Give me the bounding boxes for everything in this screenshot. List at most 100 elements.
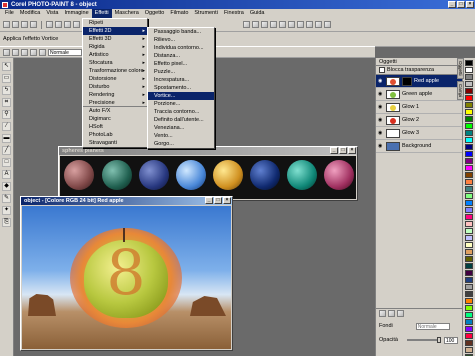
effects_menu-item[interactable]: Effetti 2D ▸: [83, 27, 147, 35]
ruler-button[interactable]: [270, 21, 277, 28]
menu-oggetto[interactable]: Oggetto: [142, 9, 168, 18]
effects2d_menu-item[interactable]: Traccia contorno...: [148, 108, 214, 116]
effects_menu-item[interactable]: Rigida ▸: [83, 43, 147, 51]
effects2d_menu-item[interactable]: Vento...: [148, 132, 214, 140]
color-swatch[interactable]: [465, 312, 473, 318]
info-button[interactable]: [279, 21, 286, 28]
planets-canvas[interactable]: [60, 156, 356, 199]
mask-button[interactable]: [297, 21, 304, 28]
text-tool-icon[interactable]: A: [2, 170, 11, 179]
eye-icon[interactable]: ◉: [378, 91, 384, 97]
color-swatch[interactable]: [465, 88, 473, 94]
docker-tab-oggetti[interactable]: Oggetti: [457, 58, 464, 79]
object-button[interactable]: [306, 21, 313, 28]
menu-immagine[interactable]: Immagine: [62, 9, 92, 18]
layer-row[interactable]: ◉ Green apple: [376, 88, 462, 101]
layer-row[interactable]: ◉ Red apple: [376, 75, 462, 88]
color-swatch[interactable]: [465, 270, 473, 276]
lock-transparency-checkbox[interactable]: [379, 67, 385, 73]
zoom-button[interactable]: [243, 21, 250, 28]
effects2d_menu-item[interactable]: Spostamento...: [148, 84, 214, 92]
undo-button[interactable]: [73, 21, 80, 28]
planets-window[interactable]: spheres planets _ □ ×: [58, 146, 358, 201]
color-swatch[interactable]: [465, 340, 473, 346]
color-swatch[interactable]: [465, 158, 473, 164]
color-swatch[interactable]: [465, 60, 473, 66]
color-swatch[interactable]: [465, 256, 473, 262]
menu-guida[interactable]: Guida: [247, 9, 268, 18]
close-button[interactable]: ×: [466, 1, 474, 8]
eye-icon[interactable]: ◉: [378, 130, 384, 136]
merge-mode-select[interactable]: Normale: [415, 322, 450, 330]
planets-maximize-button[interactable]: □: [339, 147, 347, 154]
effects_menu-item[interactable]: Auto F/X: [83, 107, 147, 115]
docker-tab-campi[interactable]: Campi: [457, 80, 464, 100]
effects_menu-item[interactable]: Distorsione ▸: [83, 75, 147, 83]
pointer-tool-icon[interactable]: ↖: [2, 62, 11, 71]
eraser-tool-icon[interactable]: ▬: [2, 134, 11, 143]
freehand-mask-button[interactable]: [39, 48, 46, 56]
color-swatch[interactable]: [465, 221, 473, 227]
grid-button[interactable]: [261, 21, 268, 28]
menu-file[interactable]: File: [2, 9, 17, 18]
effects2d_menu-item[interactable]: Individua contorno...: [148, 44, 214, 52]
open-file-button[interactable]: [12, 21, 19, 28]
color-swatch[interactable]: [465, 214, 473, 220]
color-swatch[interactable]: [465, 74, 473, 80]
mask-tool-button[interactable]: [12, 48, 19, 56]
menu-filmato[interactable]: Filmato: [167, 9, 191, 18]
color-swatch[interactable]: [465, 284, 473, 290]
layer-row[interactable]: ◉ Glow 2: [376, 114, 462, 127]
color-swatch[interactable]: [465, 305, 473, 311]
effect-tool-icon[interactable]: ✦: [2, 206, 11, 215]
effects2d_menu-item[interactable]: Definito dall'utente...: [148, 116, 214, 124]
color-swatch[interactable]: [465, 193, 473, 199]
effects_menu-item[interactable]: Rendering ▸: [83, 91, 147, 99]
layer-row[interactable]: ◉ Glow 3: [376, 127, 462, 140]
color-swatch[interactable]: [465, 326, 473, 332]
color-swatch[interactable]: [465, 102, 473, 108]
effects_menu-item[interactable]: Ripeti: [83, 19, 147, 27]
new-object-button[interactable]: [379, 310, 386, 317]
effects_menu-item[interactable]: Disturbo ▸: [83, 83, 147, 91]
effects_menu-item[interactable]: PhotoLab: [83, 131, 147, 139]
color-swatch[interactable]: [465, 109, 473, 115]
planets-minimize-button[interactable]: _: [330, 147, 338, 154]
color-swatch[interactable]: [465, 137, 473, 143]
save-file-button[interactable]: [21, 21, 28, 28]
opacity-value[interactable]: 100: [443, 336, 458, 344]
menu-vista[interactable]: Vista: [43, 9, 61, 18]
effects2d_menu-item[interactable]: Porzione...: [148, 100, 214, 108]
line-tool-icon[interactable]: ╱: [2, 146, 11, 155]
color-swatch[interactable]: [465, 291, 473, 297]
clone-tool-icon[interactable]: ⎘: [2, 218, 11, 227]
color-swatch[interactable]: [465, 172, 473, 178]
effects_menu-item[interactable]: HSoft: [83, 123, 147, 131]
shape-tool-icon[interactable]: □: [2, 158, 11, 167]
effects2d_menu-item[interactable]: Gorgo...: [148, 140, 214, 148]
object-minimize-button[interactable]: _: [205, 197, 213, 204]
color-swatch[interactable]: [465, 242, 473, 248]
color-swatch[interactable]: [465, 130, 473, 136]
planets-close-button[interactable]: ×: [348, 147, 356, 154]
object-canvas[interactable]: 8: [22, 206, 231, 349]
effects2d_menu-item[interactable]: Puzzle...: [148, 68, 214, 76]
effects_menu-item[interactable]: Sfocatura ▸: [83, 59, 147, 67]
mode-select[interactable]: Normale: [48, 48, 82, 56]
effects2d_menu-item[interactable]: Vortice...: [148, 92, 214, 100]
effects2d_menu-item[interactable]: Rilievo...: [148, 36, 214, 44]
color-swatch[interactable]: [465, 228, 473, 234]
effects2d_menu-item[interactable]: Distanza...: [148, 52, 214, 60]
object-maximize-button[interactable]: □: [214, 197, 222, 204]
combine-object-button[interactable]: [397, 310, 404, 317]
object-close-button[interactable]: ×: [223, 197, 231, 204]
effects_menu-item[interactable]: Precisione ▸: [83, 99, 147, 107]
maximize-button[interactable]: □: [457, 1, 465, 8]
help-button[interactable]: [324, 21, 331, 28]
eye-icon[interactable]: ◉: [378, 78, 384, 84]
effects2d_menu-item[interactable]: Veneziana...: [148, 124, 214, 132]
zoom-tool-icon[interactable]: ⚲: [2, 110, 11, 119]
effects2d_menu-item[interactable]: Passaggio banda...: [148, 28, 214, 36]
object-picker-button[interactable]: [3, 48, 10, 56]
menu-effetti[interactable]: Effetti: [91, 9, 112, 18]
